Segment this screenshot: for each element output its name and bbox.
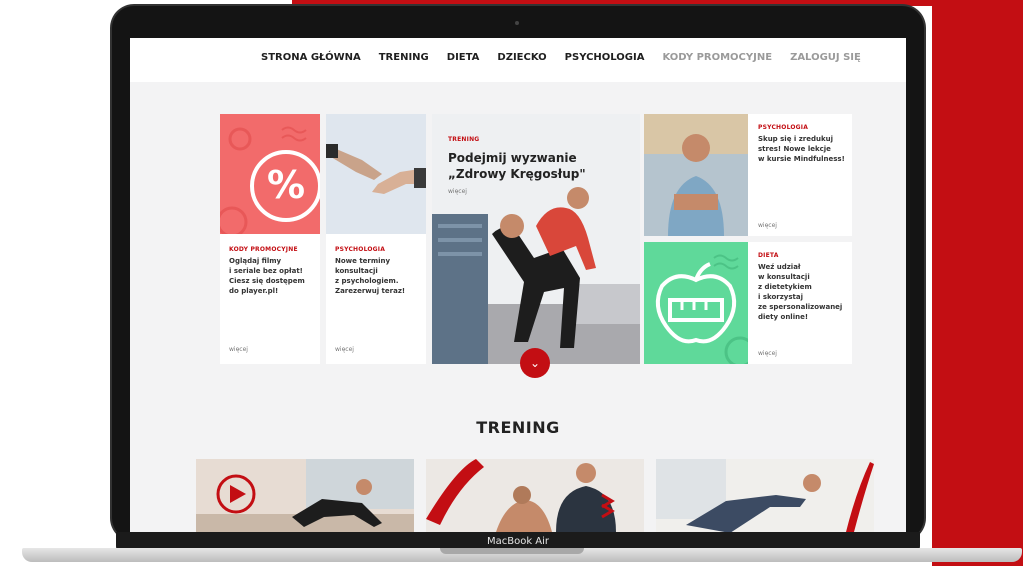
card-description: Nowe terminy konsultacji z psychologiem.…	[335, 257, 406, 295]
nav-item-login[interactable]: ZALOGUJ SIĘ	[790, 52, 861, 63]
nav-item-psychology[interactable]: PSYCHOLOGIA	[565, 52, 645, 63]
mindfulness-card[interactable]: PSYCHOLOGIA Skup się i zredukuj stres! N…	[644, 114, 852, 236]
nav-item-promo-codes[interactable]: KODY PROMOCYJNE	[662, 52, 772, 63]
apple-icon	[644, 242, 748, 364]
nav-item-diet[interactable]: DIETA	[447, 52, 480, 63]
top-navigation: STRONA GŁÓWNA TRENING DIETA DZIECKO PSYC…	[130, 38, 906, 82]
card-category: TRENING	[448, 136, 480, 143]
device-label: MacBook Air	[486, 536, 550, 547]
card-category: DIETA	[758, 252, 779, 259]
card-category: PSYCHOLOGIA	[758, 124, 809, 131]
hero-title: Podejmij wyzwanie „Zdrowy Kręgosłup"	[448, 151, 586, 181]
training-video-thumbnail[interactable]	[426, 459, 644, 532]
camera-icon	[515, 21, 519, 25]
more-link[interactable]: więcej	[229, 346, 248, 353]
diet-card[interactable]: DIETA Weź udział w konsultacji z dietety…	[644, 242, 852, 364]
workout-image	[656, 459, 874, 532]
training-video-thumbnail[interactable]	[656, 459, 874, 532]
training-video-thumbnail[interactable]	[196, 459, 414, 532]
workout-image	[196, 459, 414, 532]
card-category: PSYCHOLOGIA	[335, 246, 386, 253]
more-link[interactable]: więcej	[335, 346, 354, 353]
svg-text:%: %	[267, 163, 305, 207]
nav-item-child[interactable]: DZIECKO	[497, 52, 546, 63]
more-link[interactable]: więcej	[758, 222, 777, 229]
card-description: Oglądaj filmy i seriale bez opłat! Ciesz…	[229, 257, 305, 295]
hero-card[interactable]: TRENING Podejmij wyzwanie „Zdrowy Kręgos…	[432, 114, 640, 364]
percent-icon: %	[220, 114, 320, 234]
more-link[interactable]: więcej	[448, 188, 467, 195]
laptop-notch	[440, 548, 584, 554]
more-link[interactable]: więcej	[758, 350, 777, 357]
section-title: TRENING	[476, 418, 560, 437]
card-description: Skup się i zredukuj stres! Nowe lekcje w…	[758, 135, 845, 163]
laptop-screen: STRONA GŁÓWNA TRENING DIETA DZIECKO PSYC…	[130, 38, 906, 532]
handshake-image	[326, 114, 426, 234]
promo-card[interactable]: % KODY PROMOCYJNE Oglądaj filmy i serial…	[220, 114, 320, 364]
card-category: KODY PROMOCYJNE	[229, 246, 298, 253]
workout-image	[426, 459, 644, 532]
psychology-card[interactable]: PSYCHOLOGIA Nowe terminy konsultacji z p…	[326, 114, 426, 364]
scroll-down-button[interactable]: ⌄	[520, 348, 550, 378]
man-image	[644, 114, 748, 236]
nav-item-home[interactable]: STRONA GŁÓWNA	[261, 52, 361, 63]
nav-item-training[interactable]: TRENING	[379, 52, 429, 63]
card-description: Weź udział w konsultacji z dietetykiem i…	[758, 263, 843, 321]
chevron-down-icon: ⌄	[529, 356, 541, 370]
